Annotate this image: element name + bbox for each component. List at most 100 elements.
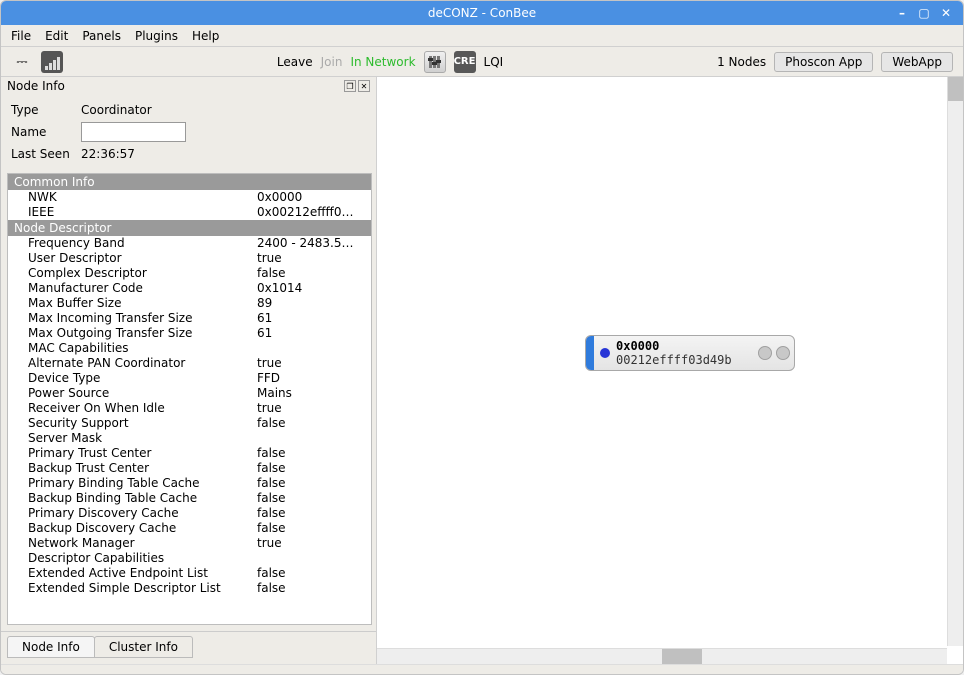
network-canvas[interactable]: 0x0000 00212effff03d49b — [377, 77, 963, 664]
property-value: false — [257, 416, 367, 431]
leave-button[interactable]: Leave — [277, 55, 313, 69]
minimize-icon[interactable]: – — [893, 4, 911, 22]
property-row[interactable]: Server Mask — [8, 431, 371, 446]
maximize-icon[interactable]: ▢ — [915, 4, 933, 22]
property-key: Network Manager — [28, 536, 257, 551]
menu-help[interactable]: Help — [192, 29, 219, 43]
property-value: false — [257, 521, 367, 536]
webapp-button[interactable]: WebApp — [881, 52, 953, 72]
property-row[interactable]: Complex Descriptorfalse — [8, 266, 371, 281]
property-value: 61 — [257, 326, 367, 341]
node-status-led-icon — [600, 348, 610, 358]
titlebar[interactable]: deCONZ - ConBee – ▢ ✕ — [1, 1, 963, 25]
property-value: false — [257, 266, 367, 281]
property-row[interactable]: Receiver On When Idletrue — [8, 401, 371, 416]
property-value: true — [257, 401, 367, 416]
menu-edit[interactable]: Edit — [45, 29, 68, 43]
property-key: Server Mask — [28, 431, 257, 446]
property-row[interactable]: Backup Discovery Cachefalse — [8, 521, 371, 536]
node-addr: 0x0000 — [616, 339, 758, 353]
menubar: File Edit Panels Plugins Help — [1, 25, 963, 47]
node-endpoint-dot[interactable] — [758, 346, 772, 360]
phoscon-button[interactable]: Phoscon App — [774, 52, 873, 72]
property-row[interactable]: Frequency Band2400 - 2483.5… — [8, 236, 371, 251]
property-value: 0x0000 — [257, 190, 367, 205]
property-value: false — [257, 581, 367, 596]
tab-node-info[interactable]: Node Info — [7, 636, 95, 658]
property-value: true — [257, 536, 367, 551]
property-key: Alternate PAN Coordinator — [28, 356, 257, 371]
statusbar — [1, 664, 963, 674]
name-input[interactable] — [81, 122, 186, 142]
property-key: Max Incoming Transfer Size — [28, 311, 257, 326]
property-row[interactable]: Device TypeFFD — [8, 371, 371, 386]
property-key: MAC Capabilities — [28, 341, 257, 356]
menu-panels[interactable]: Panels — [82, 29, 121, 43]
property-value: true — [257, 251, 367, 266]
node-info-panel: Node Info ❐ ✕ Type Coordinator Name Last… — [1, 77, 377, 664]
property-group-header[interactable]: Common Info — [8, 174, 371, 190]
property-row[interactable]: NWK0x0000 — [8, 190, 371, 205]
network-status: In Network — [350, 55, 415, 69]
canvas-vscroll[interactable] — [947, 77, 963, 646]
property-value — [257, 431, 367, 446]
panel-close-icon[interactable]: ✕ — [358, 80, 370, 92]
property-value: 61 — [257, 311, 367, 326]
property-row[interactable]: User Descriptortrue — [8, 251, 371, 266]
property-list[interactable]: Common InfoNWK0x0000IEEE0x00212effff0…No… — [7, 173, 372, 625]
lastseen-label: Last Seen — [11, 147, 81, 161]
connect-icon[interactable]: ⎓ — [11, 51, 33, 73]
property-value: true — [257, 356, 367, 371]
property-key: Receiver On When Idle — [28, 401, 257, 416]
node-widget[interactable]: 0x0000 00212effff03d49b — [585, 335, 795, 371]
property-row[interactable]: Max Incoming Transfer Size61 — [8, 311, 371, 326]
type-value: Coordinator — [81, 103, 152, 117]
property-row[interactable]: Backup Binding Table Cachefalse — [8, 491, 371, 506]
menu-plugins[interactable]: Plugins — [135, 29, 178, 43]
property-value: 2400 - 2483.5… — [257, 236, 367, 251]
node-ieee: 00212effff03d49b — [616, 353, 758, 367]
property-row[interactable]: MAC Capabilities — [8, 341, 371, 356]
property-value: false — [257, 476, 367, 491]
property-row[interactable]: Max Outgoing Transfer Size61 — [8, 326, 371, 341]
close-icon[interactable]: ✕ — [937, 4, 955, 22]
toolbar: ⎓ Leave Join In Network CRE LQI 1 Nodes … — [1, 47, 963, 77]
property-row[interactable]: Security Supportfalse — [8, 416, 371, 431]
property-row[interactable]: IEEE0x00212effff0… — [8, 205, 371, 220]
property-key: Extended Active Endpoint List — [28, 566, 257, 581]
property-row[interactable]: Network Managertrue — [8, 536, 371, 551]
lqi-button[interactable]: LQI — [484, 55, 504, 69]
property-key: Frequency Band — [28, 236, 257, 251]
lastseen-value: 22:36:57 — [81, 147, 135, 161]
property-row[interactable]: Extended Simple Descriptor Listfalse — [8, 581, 371, 596]
property-value: false — [257, 446, 367, 461]
signal-icon[interactable] — [41, 51, 63, 73]
sliders-icon[interactable] — [424, 51, 446, 73]
property-key: Manufacturer Code — [28, 281, 257, 296]
cre-button[interactable]: CRE — [454, 51, 476, 73]
node-color-bar — [586, 336, 594, 370]
property-value: false — [257, 506, 367, 521]
property-row[interactable]: Primary Discovery Cachefalse — [8, 506, 371, 521]
property-value: 0x00212effff0… — [257, 205, 367, 220]
property-group-header[interactable]: Node Descriptor — [8, 220, 371, 236]
property-row[interactable]: Extended Active Endpoint Listfalse — [8, 566, 371, 581]
canvas-hscroll[interactable] — [377, 648, 947, 664]
property-row[interactable]: Alternate PAN Coordinatortrue — [8, 356, 371, 371]
property-row[interactable]: Primary Binding Table Cachefalse — [8, 476, 371, 491]
property-row[interactable]: Backup Trust Centerfalse — [8, 461, 371, 476]
node-endpoint-dot[interactable] — [776, 346, 790, 360]
property-row[interactable]: Manufacturer Code0x1014 — [8, 281, 371, 296]
menu-file[interactable]: File — [11, 29, 31, 43]
property-value: false — [257, 491, 367, 506]
property-row[interactable]: Descriptor Capabilities — [8, 551, 371, 566]
panel-float-icon[interactable]: ❐ — [344, 80, 356, 92]
property-row[interactable]: Max Buffer Size89 — [8, 296, 371, 311]
join-button[interactable]: Join — [321, 55, 343, 69]
window-title: deCONZ - ConBee — [324, 6, 639, 20]
property-row[interactable]: Power SourceMains — [8, 386, 371, 401]
app-window: deCONZ - ConBee – ▢ ✕ File Edit Panels P… — [0, 0, 964, 675]
property-key: Backup Discovery Cache — [28, 521, 257, 536]
property-row[interactable]: Primary Trust Centerfalse — [8, 446, 371, 461]
tab-cluster-info[interactable]: Cluster Info — [94, 636, 193, 658]
